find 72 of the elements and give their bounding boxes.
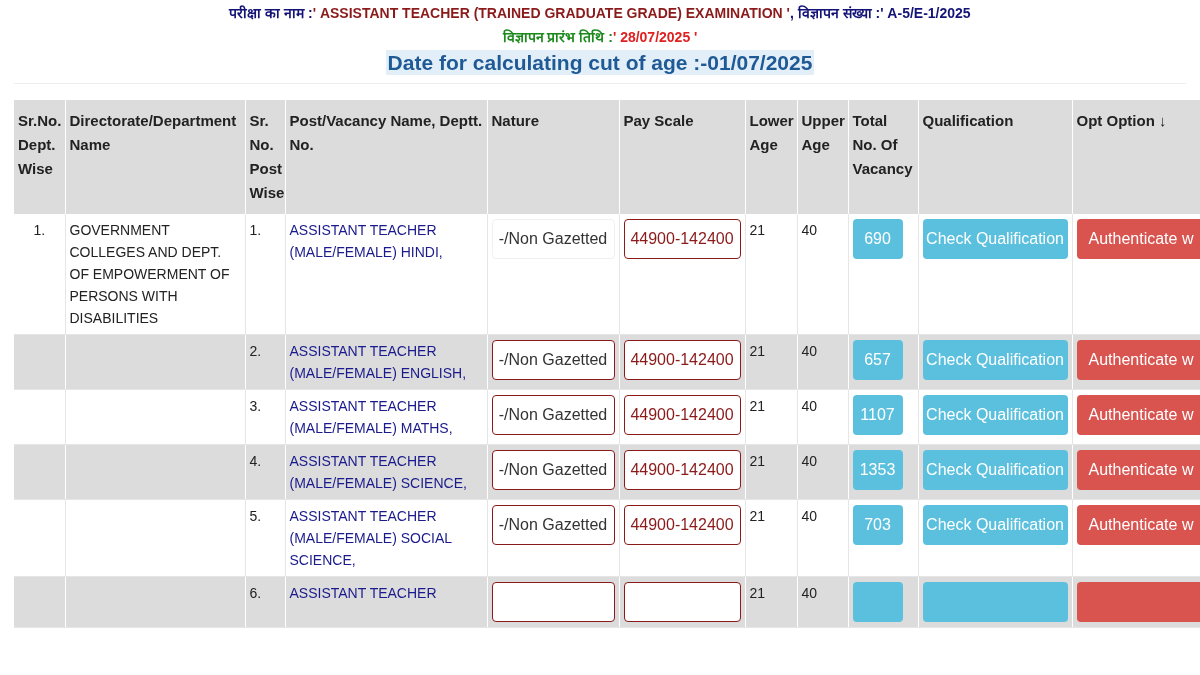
table-cell: 21: [749, 453, 766, 469]
column-header: Opt Option ↓: [1072, 100, 1200, 214]
table-cell: 1.: [249, 222, 262, 238]
table-cell: 40: [801, 343, 818, 359]
check-qualification-button[interactable]: Check Qualification: [922, 219, 1068, 259]
check-qualification-button[interactable]: Check Qualification: [922, 340, 1068, 380]
exam-name-label: परीक्षा का नाम :: [229, 5, 313, 21]
table-cell: 40: [801, 585, 818, 601]
table-cell: GOVERNMENT COLLEGES AND DEPT. OF EMPOWERMENT OF PERSONS WITH DISABILITIES: [69, 222, 230, 326]
column-header: Lower Age: [745, 100, 797, 214]
start-date: ' 28/07/2025 ': [612, 29, 698, 45]
table-cell: 21: [749, 508, 766, 524]
column-header: Directorate/Department Name: [65, 100, 245, 214]
post-name: ASSISTANT TEACHER (MALE/FEMALE) ENGLISH,: [289, 343, 467, 381]
exam-name: ' ASSISTANT TEACHER (TRAINED GRADUATE GRADE) EXAMINATION ': [312, 5, 790, 21]
column-header: Sr. No. Post Wise: [245, 100, 285, 214]
table-cell: 5.: [249, 508, 262, 524]
table-cell: 2.: [249, 343, 262, 359]
table-cell: 40: [801, 222, 818, 238]
table-cell: 21: [749, 343, 766, 359]
authenticate-button[interactable]: Authenticate w: [1076, 340, 1200, 380]
authenticate-button[interactable]: [1076, 582, 1200, 622]
pay-scale-field: 44900-142400: [623, 219, 741, 259]
vacancy-count-badge: 1107: [852, 395, 903, 435]
table-cell: 40: [801, 453, 818, 469]
column-header: Sr.No. Dept. Wise: [14, 100, 65, 214]
vacancy-count-badge: 703: [852, 505, 903, 545]
nature-field: -/Non Gazetted: [491, 340, 615, 380]
pay-scale-field: 44900-142400: [623, 395, 741, 435]
check-qualification-button[interactable]: Check Qualification: [922, 395, 1068, 435]
vacancy-count-badge: 657: [852, 340, 903, 380]
column-header: Nature: [487, 100, 619, 214]
column-header: Qualification: [918, 100, 1072, 214]
pay-scale-field: 44900-142400: [623, 505, 741, 545]
authenticate-button[interactable]: Authenticate w: [1076, 450, 1200, 490]
authenticate-button[interactable]: Authenticate w: [1076, 219, 1200, 259]
start-date-label: विज्ञापन प्रारंभ तिथि :: [502, 29, 613, 45]
advertisement-number-label: , विज्ञापन संख्या :: [789, 5, 881, 21]
column-header: Total No. Of Vacancy: [848, 100, 918, 214]
post-name: ASSISTANT TEACHER (MALE/FEMALE) SCIENCE,: [289, 453, 467, 491]
post-name: ASSISTANT TEACHER (MALE/FEMALE) SOCIAL SCIENCE,: [289, 508, 452, 568]
nature-field: -/Non Gazetted: [491, 505, 615, 545]
post-name: ASSISTANT TEACHER: [289, 585, 437, 601]
post-name: ASSISTANT TEACHER (MALE/FEMALE) HINDI,: [289, 222, 443, 260]
table-cell: 6.: [249, 585, 262, 601]
pay-scale-field: 44900-142400: [623, 340, 741, 380]
table-cell: 3.: [249, 398, 262, 414]
post-name: ASSISTANT TEACHER (MALE/FEMALE) MATHS,: [289, 398, 453, 436]
advertisement-number: ' A-5/E-1/2025: [880, 5, 971, 21]
vacancy-count-badge: 1353: [852, 450, 903, 490]
table-cell: 21: [749, 398, 766, 414]
column-header: Pay Scale: [619, 100, 745, 214]
column-header: Post/Vacancy Name, Deptt. No.: [285, 100, 487, 214]
table-cell: 21: [749, 585, 766, 601]
nature-field: -/Non Gazetted: [491, 450, 615, 490]
authenticate-button[interactable]: Authenticate w: [1076, 505, 1200, 545]
vacancy-count-badge: 690: [852, 219, 903, 259]
table-cell: 21: [749, 222, 766, 238]
column-header: Upper Age: [797, 100, 848, 214]
vacancy-count-badge: [852, 582, 903, 622]
check-qualification-button[interactable]: [922, 582, 1068, 622]
table-cell: 40: [801, 398, 818, 414]
nature-field: -/Non Gazetted: [491, 395, 615, 435]
table-cell: 40: [801, 508, 818, 524]
cutoff-date-heading: Date for calculating cut of age :-01/07/2025: [385, 50, 815, 75]
table-cell: 4.: [249, 453, 262, 469]
pay-scale-field: 44900-142400: [623, 450, 741, 490]
table-cell: 1.: [33, 222, 46, 238]
check-qualification-button[interactable]: Check Qualification: [922, 450, 1068, 490]
authenticate-button[interactable]: Authenticate w: [1076, 395, 1200, 435]
check-qualification-button[interactable]: Check Qualification: [922, 505, 1068, 545]
nature-field: -/Non Gazetted: [491, 219, 615, 259]
